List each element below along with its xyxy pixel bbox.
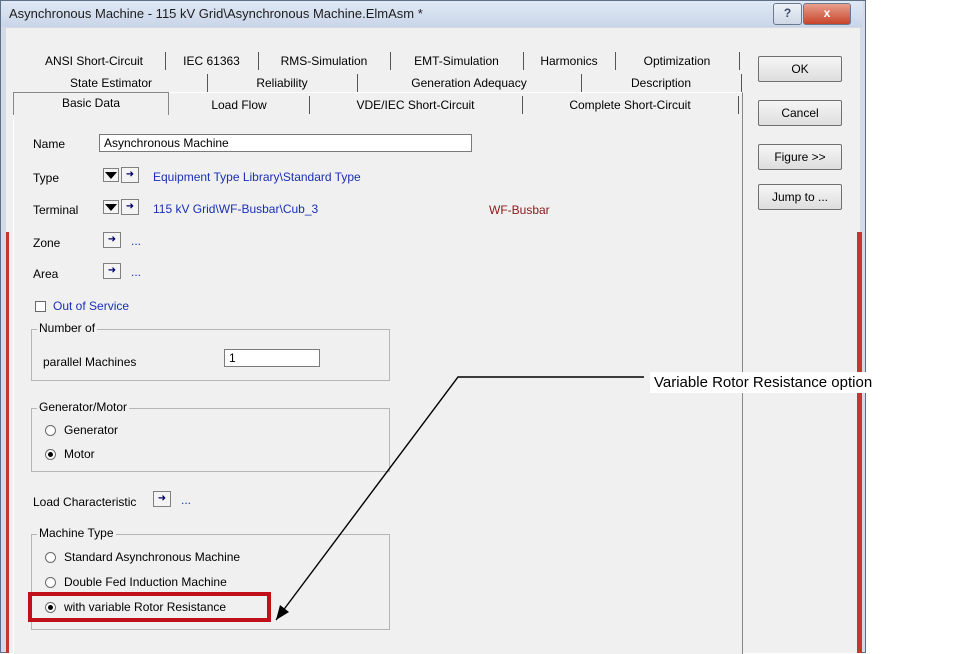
annotation-arrow bbox=[275, 376, 644, 621]
arrowhead-icon bbox=[276, 605, 289, 620]
annotation-leader-line bbox=[275, 376, 644, 621]
annotation-label: Variable Rotor Resistance option bbox=[650, 372, 877, 393]
